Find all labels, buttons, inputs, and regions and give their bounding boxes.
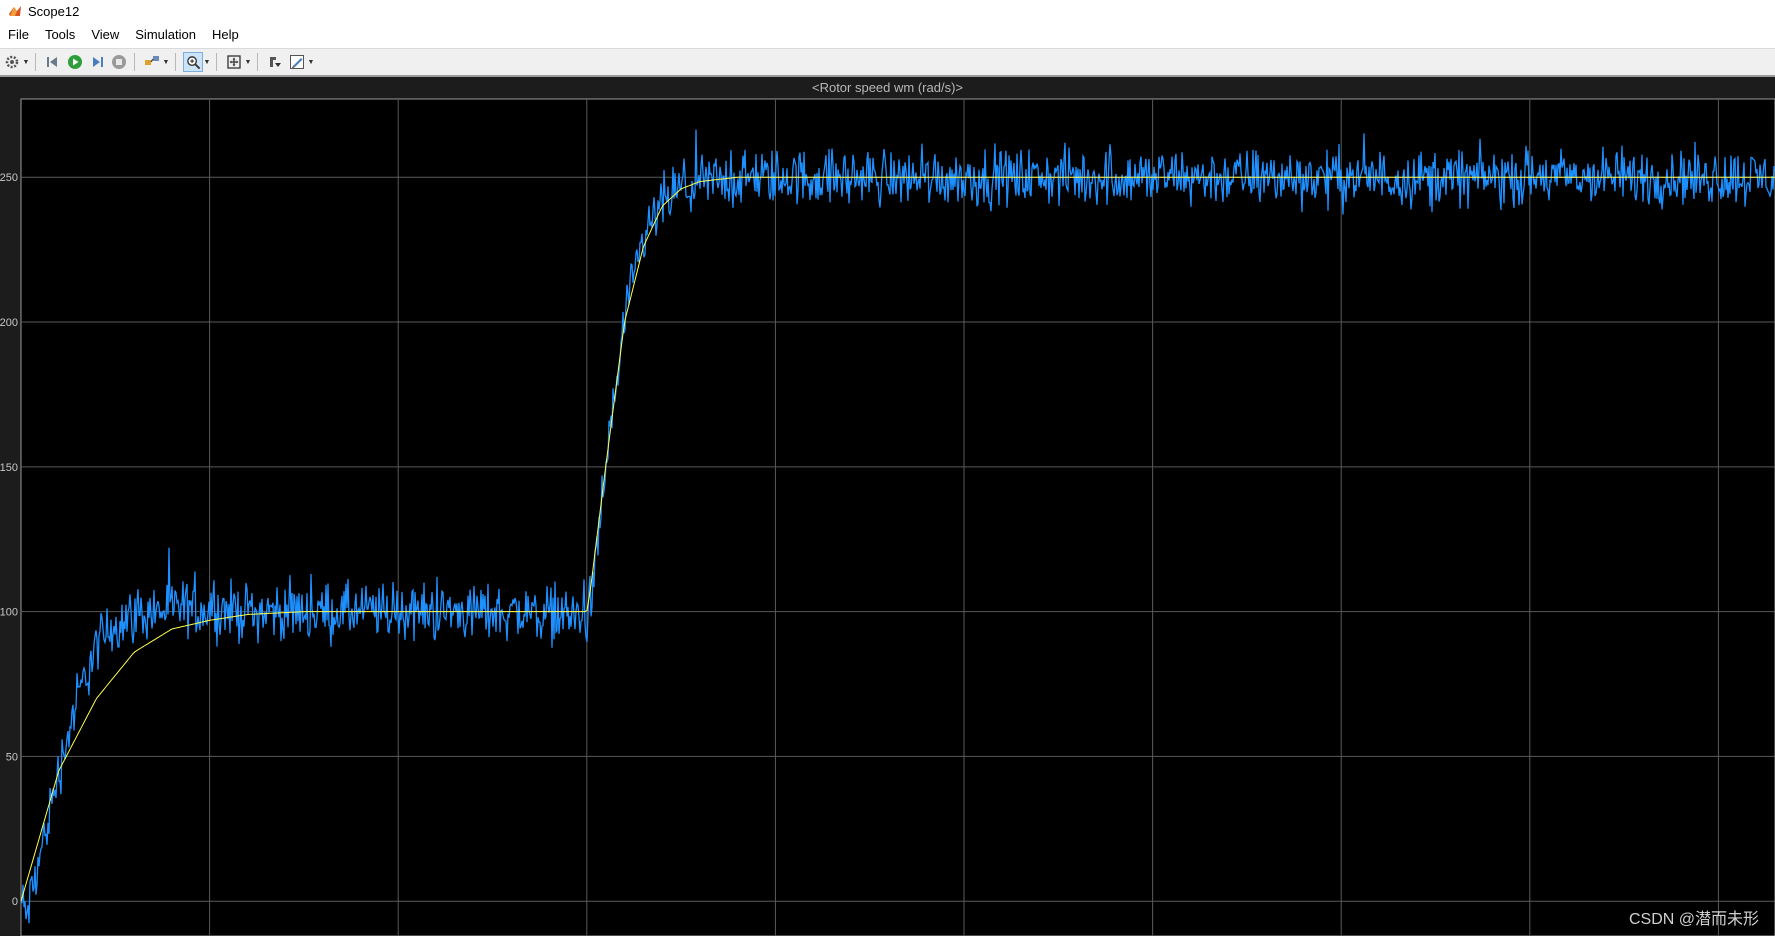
menu-tools[interactable]: Tools bbox=[37, 22, 83, 48]
edit-icon[interactable] bbox=[287, 52, 307, 72]
settings-dropdown-icon[interactable]: ▼ bbox=[22, 52, 30, 72]
toolbar-separator bbox=[175, 53, 176, 71]
y-tick-label: 250 bbox=[0, 172, 18, 184]
run-icon[interactable] bbox=[65, 52, 85, 72]
scale-dropdown-icon[interactable]: ▼ bbox=[244, 52, 252, 72]
y-tick-label: 200 bbox=[0, 317, 18, 329]
y-tick-label: 150 bbox=[0, 462, 18, 474]
toolbar: ▼ ▼ ▼ ▼ ▼ bbox=[0, 49, 1775, 77]
toolbar-separator bbox=[134, 53, 135, 71]
highlight-simulink-block-icon[interactable] bbox=[142, 52, 162, 72]
step-back-icon[interactable] bbox=[43, 52, 63, 72]
settings-icon[interactable] bbox=[2, 52, 22, 72]
y-tick-label: 50 bbox=[6, 751, 18, 763]
cursor-measure-icon[interactable] bbox=[265, 52, 285, 72]
scale-axes-icon[interactable] bbox=[224, 52, 244, 72]
plot-area bbox=[20, 98, 1775, 936]
menu-help[interactable]: Help bbox=[204, 22, 247, 48]
toolbar-separator bbox=[216, 53, 217, 71]
toolbar-separator bbox=[35, 53, 36, 71]
zoom-dropdown-icon[interactable]: ▼ bbox=[203, 52, 211, 72]
menu-bar: File Tools View Simulation Help bbox=[0, 22, 1775, 49]
matlab-icon bbox=[9, 6, 21, 16]
window-title: Scope12 bbox=[28, 3, 80, 19]
step-forward-icon[interactable] bbox=[87, 52, 107, 72]
highlight-dropdown-icon[interactable]: ▼ bbox=[162, 52, 170, 72]
scope-plot[interactable]: 0 50 100 150 200 250 bbox=[0, 77, 1775, 936]
y-tick-label: 0 bbox=[12, 896, 18, 908]
scope-display: <Rotor speed wm (rad/s)> 0 50 100 150 200 250 bbox=[0, 77, 1775, 936]
watermark: CSDN @潜而未形 bbox=[1628, 911, 1759, 928]
y-tick-label: 100 bbox=[0, 607, 18, 619]
title-bar: Scope12 bbox=[0, 0, 1775, 22]
stop-icon[interactable] bbox=[109, 52, 129, 72]
toolbar-separator bbox=[257, 53, 258, 71]
menu-simulation[interactable]: Simulation bbox=[127, 22, 204, 48]
menu-file[interactable]: File bbox=[0, 22, 37, 48]
menu-view[interactable]: View bbox=[83, 22, 127, 48]
edit-dropdown-icon[interactable]: ▼ bbox=[307, 52, 315, 72]
zoom-icon[interactable] bbox=[183, 52, 203, 72]
